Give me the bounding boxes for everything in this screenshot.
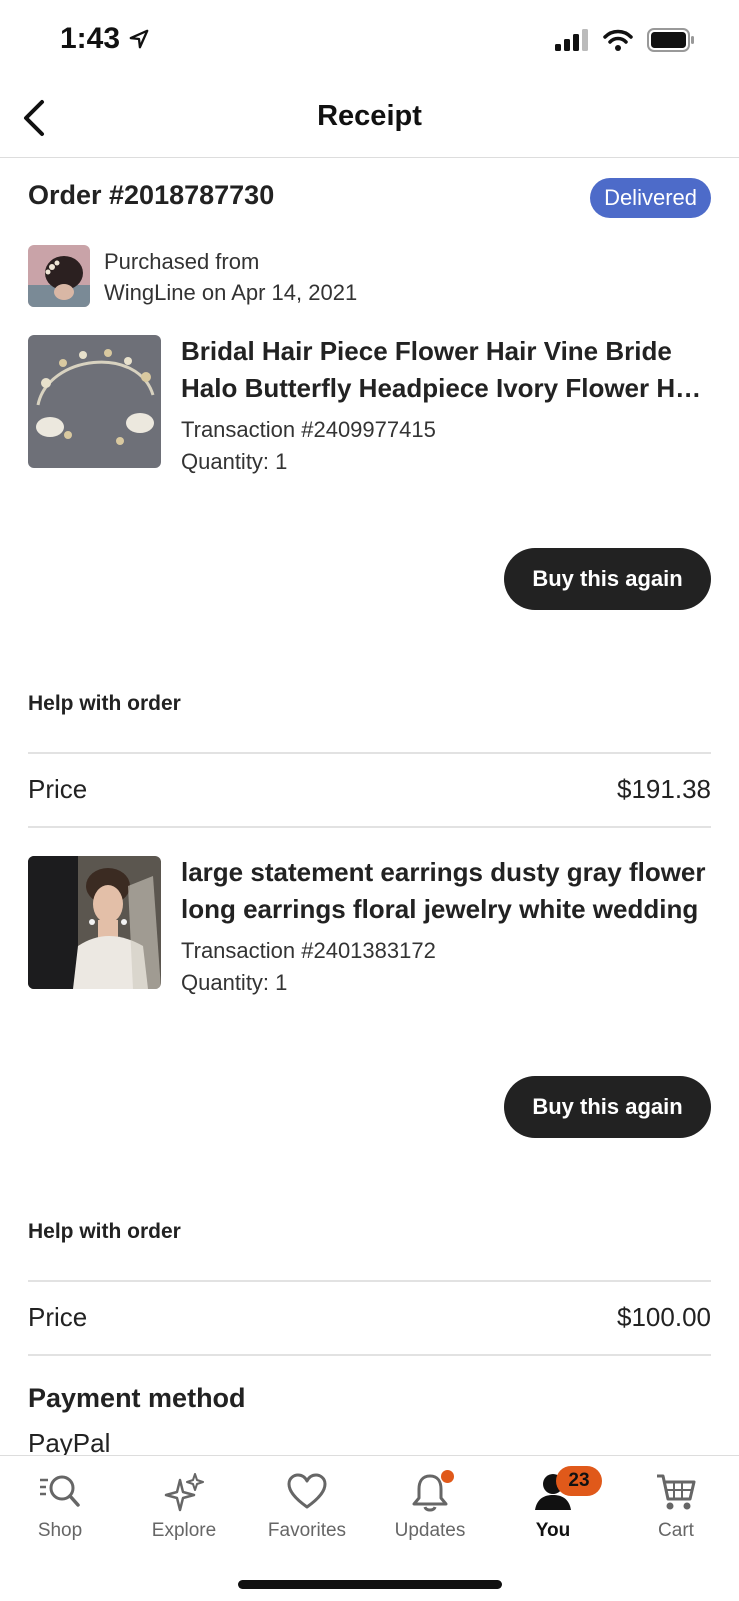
tab-explore[interactable]: Explore	[129, 1470, 239, 1542]
purchased-info: Purchased from WingLine on Apr 14, 2021	[104, 246, 357, 308]
item-meta: Transaction #2409977415 Quantity: 1	[181, 414, 436, 478]
shop-avatar[interactable]	[28, 245, 90, 307]
shop-and-date[interactable]: WingLine on Apr 14, 2021	[104, 277, 357, 308]
page-title: Receipt	[317, 100, 422, 132]
item-title[interactable]: large statement earrings dusty gray flow…	[181, 854, 711, 928]
divider	[28, 1280, 711, 1282]
price-value: $100.00	[617, 1302, 711, 1332]
transaction-number: Transaction #2401383172	[181, 938, 436, 963]
signal-icon	[555, 29, 588, 51]
item-quantity: Quantity: 1	[181, 449, 288, 474]
buy-again-button[interactable]: Buy this again	[504, 1076, 711, 1138]
tab-label: Explore	[151, 1520, 217, 1541]
sparkle-icon	[164, 1473, 204, 1512]
location-arrow-icon	[129, 29, 149, 49]
item-title[interactable]: Bridal Hair Piece Flower Hair Vine Bride…	[181, 333, 711, 407]
item-image[interactable]	[28, 856, 161, 989]
purchased-from-label: Purchased from	[104, 249, 260, 274]
payment-method-title: Payment method	[28, 1383, 246, 1413]
help-with-order-link[interactable]: Help with order	[28, 1220, 181, 1244]
status-icons	[555, 28, 695, 52]
status-time: 1:43	[60, 22, 150, 56]
cart-icon	[657, 1474, 696, 1510]
tab-label: Cart	[658, 1520, 694, 1541]
item-image[interactable]	[28, 335, 161, 468]
buy-again-button[interactable]: Buy this again	[504, 548, 711, 610]
divider	[28, 752, 711, 754]
you-count-badge: 23	[556, 1466, 602, 1496]
search-icon	[40, 1475, 80, 1507]
tab-cart[interactable]: Cart	[621, 1470, 731, 1542]
divider	[28, 1354, 711, 1356]
time-text: 1:43	[60, 22, 121, 55]
tab-favorites[interactable]: Favorites	[252, 1470, 362, 1542]
tab-label: You	[535, 1520, 571, 1541]
divider	[28, 826, 711, 828]
help-with-order-link[interactable]: Help with order	[28, 692, 181, 716]
tab-label: Updates	[394, 1520, 466, 1541]
order-number: Order #2018787730	[28, 180, 275, 210]
notification-dot	[441, 1470, 454, 1483]
price-label: Price	[28, 774, 88, 804]
battery-icon	[647, 28, 694, 52]
price-value: $191.38	[617, 774, 711, 804]
wifi-icon	[603, 29, 633, 51]
transaction-number: Transaction #2409977415	[181, 417, 436, 442]
tab-updates[interactable]: Updates	[375, 1470, 485, 1542]
price-label: Price	[28, 1302, 88, 1332]
tab-shop[interactable]: Shop	[5, 1470, 115, 1542]
header-divider	[0, 157, 739, 158]
tab-label: Shop	[37, 1520, 83, 1541]
home-indicator	[238, 1580, 502, 1589]
item-meta: Transaction #2401383172 Quantity: 1	[181, 935, 436, 999]
tab-you[interactable]: 23 You	[498, 1466, 608, 1542]
tab-label: Favorites	[267, 1520, 347, 1541]
heart-icon	[287, 1473, 327, 1509]
item-quantity: Quantity: 1	[181, 970, 288, 995]
status-badge: Delivered	[590, 178, 711, 218]
